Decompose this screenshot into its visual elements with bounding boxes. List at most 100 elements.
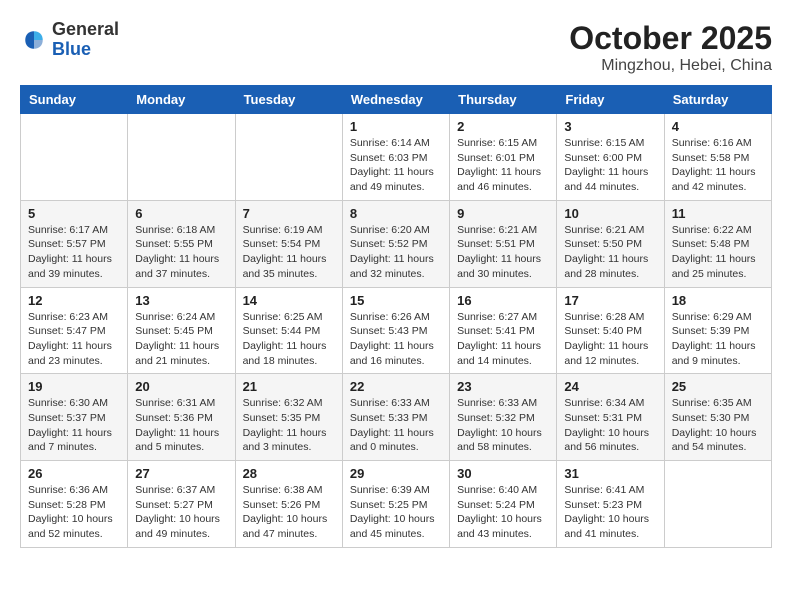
day-number: 23 (457, 379, 549, 394)
day-number: 28 (243, 466, 335, 481)
day-number: 26 (28, 466, 120, 481)
calendar-cell: 7 Sunrise: 6:19 AM Sunset: 5:54 PM Daylig… (235, 200, 342, 287)
day-info: Sunrise: 6:30 AM Sunset: 5:37 PM Dayligh… (28, 396, 120, 455)
day-info: Sunrise: 6:18 AM Sunset: 5:55 PM Dayligh… (135, 223, 227, 282)
day-info: Sunrise: 6:21 AM Sunset: 5:50 PM Dayligh… (564, 223, 656, 282)
month-title: October 2025 (569, 20, 772, 57)
weekday-header-tuesday: Tuesday (235, 86, 342, 114)
day-number: 7 (243, 206, 335, 221)
day-number: 13 (135, 293, 227, 308)
day-number: 9 (457, 206, 549, 221)
calendar-header-row: SundayMondayTuesdayWednesdayThursdayFrid… (21, 86, 772, 114)
day-info: Sunrise: 6:17 AM Sunset: 5:57 PM Dayligh… (28, 223, 120, 282)
calendar-cell: 21 Sunrise: 6:32 AM Sunset: 5:35 PM Dayli… (235, 374, 342, 461)
day-number: 11 (672, 206, 764, 221)
day-info: Sunrise: 6:24 AM Sunset: 5:45 PM Dayligh… (135, 310, 227, 369)
calendar-cell: 27Sunrise: 6:37 AM Sunset: 5:27 PM Dayli… (128, 461, 235, 548)
calendar-table: SundayMondayTuesdayWednesdayThursdayFrid… (20, 85, 772, 548)
calendar-cell: 6 Sunrise: 6:18 AM Sunset: 5:55 PM Daylig… (128, 200, 235, 287)
calendar-cell: 28 Sunrise: 6:38 AM Sunset: 5:26 PM Dayli… (235, 461, 342, 548)
day-number: 31 (564, 466, 656, 481)
calendar-cell (664, 461, 771, 548)
day-info: Sunrise: 6:33 AM Sunset: 5:33 PM Dayligh… (350, 396, 442, 455)
day-info: Sunrise: 6:41 AM Sunset: 5:23 PM Dayligh… (564, 483, 656, 542)
day-info: Sunrise: 6:19 AM Sunset: 5:54 PM Dayligh… (243, 223, 335, 282)
day-info: Sunrise: 6:15 AM Sunset: 6:01 PM Dayligh… (457, 136, 549, 195)
calendar-cell: 22 Sunrise: 6:33 AM Sunset: 5:33 PM Dayli… (342, 374, 449, 461)
calendar-week-row: 12Sunrise: 6:23 AM Sunset: 5:47 PM Dayli… (21, 287, 772, 374)
calendar-cell: 5 Sunrise: 6:17 AM Sunset: 5:57 PM Daylig… (21, 200, 128, 287)
calendar-cell: 30Sunrise: 6:40 AM Sunset: 5:24 PM Dayli… (450, 461, 557, 548)
logo-text: General Blue (52, 20, 119, 60)
day-info: Sunrise: 6:37 AM Sunset: 5:27 PM Dayligh… (135, 483, 227, 542)
day-number: 22 (350, 379, 442, 394)
calendar-week-row: 1Sunrise: 6:14 AM Sunset: 6:03 PM Daylig… (21, 114, 772, 201)
day-info: Sunrise: 6:36 AM Sunset: 5:28 PM Dayligh… (28, 483, 120, 542)
calendar-cell: 13 Sunrise: 6:24 AM Sunset: 5:45 PM Dayli… (128, 287, 235, 374)
calendar-cell (128, 114, 235, 201)
calendar-cell: 14Sunrise: 6:25 AM Sunset: 5:44 PM Dayli… (235, 287, 342, 374)
weekday-header-sunday: Sunday (21, 86, 128, 114)
day-number: 6 (135, 206, 227, 221)
weekday-header-monday: Monday (128, 86, 235, 114)
day-info: Sunrise: 6:32 AM Sunset: 5:35 PM Dayligh… (243, 396, 335, 455)
calendar-week-row: 19 Sunrise: 6:30 AM Sunset: 5:37 PM Dayli… (21, 374, 772, 461)
calendar-cell: 23 Sunrise: 6:33 AM Sunset: 5:32 PM Dayli… (450, 374, 557, 461)
day-info: Sunrise: 6:22 AM Sunset: 5:48 PM Dayligh… (672, 223, 764, 282)
day-info: Sunrise: 6:14 AM Sunset: 6:03 PM Dayligh… (350, 136, 442, 195)
calendar-cell: 10 Sunrise: 6:21 AM Sunset: 5:50 PM Dayli… (557, 200, 664, 287)
calendar-cell: 11 Sunrise: 6:22 AM Sunset: 5:48 PM Dayli… (664, 200, 771, 287)
day-number: 5 (28, 206, 120, 221)
calendar-cell: 3 Sunrise: 6:15 AM Sunset: 6:00 PM Daylig… (557, 114, 664, 201)
calendar-cell: 1Sunrise: 6:14 AM Sunset: 6:03 PM Daylig… (342, 114, 449, 201)
day-number: 24 (564, 379, 656, 394)
day-number: 8 (350, 206, 442, 221)
logo: General Blue (20, 20, 119, 60)
day-number: 25 (672, 379, 764, 394)
day-info: Sunrise: 6:21 AM Sunset: 5:51 PM Dayligh… (457, 223, 549, 282)
day-info: Sunrise: 6:29 AM Sunset: 5:39 PM Dayligh… (672, 310, 764, 369)
calendar-cell: 26 Sunrise: 6:36 AM Sunset: 5:28 PM Dayli… (21, 461, 128, 548)
calendar-cell: 4Sunrise: 6:16 AM Sunset: 5:58 PM Daylig… (664, 114, 771, 201)
day-info: Sunrise: 6:40 AM Sunset: 5:24 PM Dayligh… (457, 483, 549, 542)
calendar-week-row: 5 Sunrise: 6:17 AM Sunset: 5:57 PM Daylig… (21, 200, 772, 287)
day-info: Sunrise: 6:31 AM Sunset: 5:36 PM Dayligh… (135, 396, 227, 455)
day-number: 2 (457, 119, 549, 134)
day-info: Sunrise: 6:20 AM Sunset: 5:52 PM Dayligh… (350, 223, 442, 282)
day-number: 3 (564, 119, 656, 134)
day-info: Sunrise: 6:27 AM Sunset: 5:41 PM Dayligh… (457, 310, 549, 369)
weekday-header-saturday: Saturday (664, 86, 771, 114)
day-info: Sunrise: 6:16 AM Sunset: 5:58 PM Dayligh… (672, 136, 764, 195)
calendar-cell: 15 Sunrise: 6:26 AM Sunset: 5:43 PM Dayli… (342, 287, 449, 374)
day-info: Sunrise: 6:23 AM Sunset: 5:47 PM Dayligh… (28, 310, 120, 369)
day-number: 19 (28, 379, 120, 394)
calendar-cell: 19 Sunrise: 6:30 AM Sunset: 5:37 PM Dayli… (21, 374, 128, 461)
calendar-cell: 31 Sunrise: 6:41 AM Sunset: 5:23 PM Dayli… (557, 461, 664, 548)
day-number: 18 (672, 293, 764, 308)
calendar-cell: 12Sunrise: 6:23 AM Sunset: 5:47 PM Dayli… (21, 287, 128, 374)
day-info: Sunrise: 6:38 AM Sunset: 5:26 PM Dayligh… (243, 483, 335, 542)
weekday-header-friday: Friday (557, 86, 664, 114)
calendar-cell (21, 114, 128, 201)
calendar-cell: 16Sunrise: 6:27 AM Sunset: 5:41 PM Dayli… (450, 287, 557, 374)
day-number: 29 (350, 466, 442, 481)
day-info: Sunrise: 6:33 AM Sunset: 5:32 PM Dayligh… (457, 396, 549, 455)
calendar-cell: 9 Sunrise: 6:21 AM Sunset: 5:51 PM Daylig… (450, 200, 557, 287)
day-info: Sunrise: 6:26 AM Sunset: 5:43 PM Dayligh… (350, 310, 442, 369)
logo-icon (20, 26, 48, 54)
day-number: 21 (243, 379, 335, 394)
weekday-header-wednesday: Wednesday (342, 86, 449, 114)
calendar-cell: 29Sunrise: 6:39 AM Sunset: 5:25 PM Dayli… (342, 461, 449, 548)
day-number: 15 (350, 293, 442, 308)
day-info: Sunrise: 6:28 AM Sunset: 5:40 PM Dayligh… (564, 310, 656, 369)
calendar-cell (235, 114, 342, 201)
day-number: 10 (564, 206, 656, 221)
calendar-week-row: 26 Sunrise: 6:36 AM Sunset: 5:28 PM Dayli… (21, 461, 772, 548)
calendar-cell: 8 Sunrise: 6:20 AM Sunset: 5:52 PM Daylig… (342, 200, 449, 287)
calendar-cell: 25Sunrise: 6:35 AM Sunset: 5:30 PM Dayli… (664, 374, 771, 461)
day-number: 14 (243, 293, 335, 308)
day-info: Sunrise: 6:15 AM Sunset: 6:00 PM Dayligh… (564, 136, 656, 195)
title-block: October 2025 Mingzhou, Hebei, China (569, 20, 772, 75)
location-subtitle: Mingzhou, Hebei, China (569, 57, 772, 75)
calendar-cell: 24Sunrise: 6:34 AM Sunset: 5:31 PM Dayli… (557, 374, 664, 461)
